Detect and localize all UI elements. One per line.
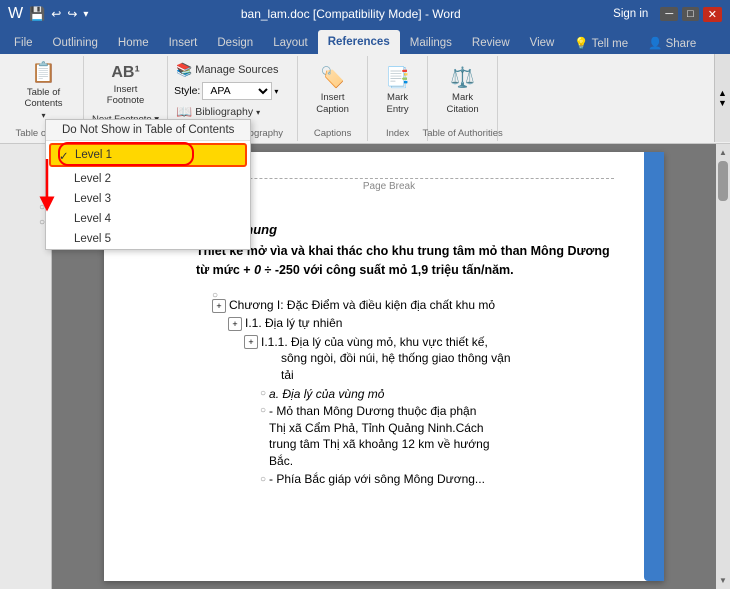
phia-bac-row: ○ - Phía Bắc giáp với sông Mông Dương... xyxy=(260,472,614,486)
chapter1-row: + Chương I: Đặc Điểm và điều kiện địa ch… xyxy=(212,298,614,313)
mark-citation-icon: ⚖️ xyxy=(450,65,475,90)
manage-sources-icon: 📚 xyxy=(176,62,192,78)
ribbon: 📋 Table ofContents ▾ Table of Co... AB¹ … xyxy=(0,54,730,144)
tab-view[interactable]: View xyxy=(520,32,565,54)
table-of-contents-button[interactable]: 📋 Table ofContents ▾ xyxy=(18,58,68,122)
blue-sidebar[interactable] xyxy=(644,152,664,581)
redo-icon[interactable]: ↪ xyxy=(67,7,77,21)
a-section-title: a. Địa lý của vùng mỏ xyxy=(269,387,384,401)
undo-icon[interactable]: ↩ xyxy=(51,7,61,21)
save-icon[interactable]: 💾 xyxy=(29,6,45,22)
tab-design[interactable]: Design xyxy=(207,32,263,54)
document-title: ban_lam.doc [Compatibility Mode] - Word xyxy=(88,7,613,21)
style-dropdown-icon[interactable]: ▾ xyxy=(274,87,278,96)
dropdown-header: Do Not Show in Table of Contents xyxy=(46,120,250,141)
i11-expand[interactable]: + xyxy=(244,335,258,349)
group-index-label: Index xyxy=(386,128,409,139)
tab-share[interactable]: 👤 Share xyxy=(638,32,706,54)
dropdown-level4[interactable]: Level 4 xyxy=(46,209,250,229)
mo-than-row: ○ - Mỏ than Mông Dương thuộc địa phậnThị… xyxy=(260,403,614,470)
scroll-thumb[interactable] xyxy=(718,161,728,201)
i1-title: I.1. Địa lý tự nhiên xyxy=(245,316,342,330)
vertical-scrollbar[interactable]: ▲ ▼ xyxy=(716,144,730,589)
sign-in-button[interactable]: Sign in xyxy=(613,8,648,20)
main-title-row: Thiết kế mở vìa và khai thác cho khu tru… xyxy=(196,242,614,280)
tab-mailings[interactable]: Mailings xyxy=(400,32,462,54)
i1-row: + I.1. Địa lý tự nhiên xyxy=(228,316,614,331)
dropdown-level2[interactable]: Level 2 xyxy=(46,169,250,189)
style-select[interactable]: APA MLA Chicago xyxy=(202,82,272,100)
level1-check: ✓ xyxy=(59,149,69,163)
toc-dropdown-menu: Do Not Show in Table of Contents ✓ Level… xyxy=(45,119,251,250)
mo-than-text: - Mỏ than Mông Dương thuộc địa phậnThị x… xyxy=(269,403,489,470)
minimize-button[interactable]: ─ xyxy=(660,7,678,21)
ribbon-scroll-right[interactable]: ▲▼ xyxy=(714,54,730,142)
tab-tell-me[interactable]: 💡 Tell me xyxy=(564,32,638,54)
bold-title: Thiết kế mở vìa và khai thác cho khu tru… xyxy=(196,244,610,277)
chapter1-expand[interactable]: + xyxy=(212,299,226,313)
scroll-right-icon: ▲▼ xyxy=(718,88,727,108)
dropdown-level1[interactable]: ✓ Level 1 xyxy=(49,143,247,167)
tab-home[interactable]: Home xyxy=(108,32,159,54)
chapter1-title: Chương I: Đặc Điểm và điều kiện địa chất… xyxy=(229,298,495,312)
scroll-up-arrow[interactable]: ▲ xyxy=(717,146,729,159)
group-captions: 🏷️ InsertCaption Captions xyxy=(298,56,368,141)
i11-row: + I.1.1. Địa lý của vùng mỏ, khu vực thi… xyxy=(244,334,614,384)
table-of-contents-icon: 📋 xyxy=(31,60,56,85)
title-bar: W 💾 ↩ ↪ ▾ ban_lam.doc [Compatibility Mod… xyxy=(0,0,730,28)
insert-caption-button[interactable]: 🏷️ InsertCaption xyxy=(305,58,360,122)
tab-layout[interactable]: Layout xyxy=(263,32,318,54)
title-bar-right: Sign in ─ □ ✕ xyxy=(613,7,722,22)
bibliography-icon: 📖 xyxy=(176,104,192,120)
mark-entry-button[interactable]: 📑 MarkEntry xyxy=(373,58,423,122)
tab-review[interactable]: Review xyxy=(462,32,520,54)
style-row: Style: APA MLA Chicago ▾ xyxy=(174,82,293,100)
dropdown-level3[interactable]: Level 3 xyxy=(46,189,250,209)
tab-insert[interactable]: Insert xyxy=(159,32,208,54)
group-index: 📑 MarkEntry Index xyxy=(368,56,428,141)
mark-citation-button[interactable]: ⚖️ MarkCitation xyxy=(435,58,490,122)
footnote-icon: AB¹ xyxy=(111,64,139,82)
empty-bullet: ○ xyxy=(212,286,614,298)
ribbon-tabs: File Outlining Home Insert Design Layout… xyxy=(0,28,730,54)
i11-title: I.1.1. Địa lý của vùng mỏ, khu vực thiết… xyxy=(261,334,511,384)
title-bar-left: W 💾 ↩ ↪ ▾ xyxy=(8,5,88,23)
group-captions-label: Captions xyxy=(314,128,352,139)
dropdown-level5[interactable]: Level 5 xyxy=(46,229,250,249)
caption-icon: 🏷️ xyxy=(320,65,345,90)
close-button[interactable]: ✕ xyxy=(703,7,722,22)
a-section-row: ○ a. Địa lý của vùng mỏ xyxy=(260,387,614,401)
scroll-down-arrow[interactable]: ▼ xyxy=(717,574,729,587)
phia-bac-text: - Phía Bắc giáp với sông Mông Dương... xyxy=(269,472,485,486)
group-table-authorities: ⚖️ MarkCitation Table of Authorities xyxy=(428,56,498,141)
word-icon: W xyxy=(8,5,23,23)
tab-references[interactable]: References xyxy=(318,30,400,54)
manage-sources-button[interactable]: 📚 Manage Sources xyxy=(172,60,293,80)
insert-footnote-button[interactable]: AB¹ InsertFootnote xyxy=(101,60,151,110)
bibliography-dropdown-arrow[interactable]: ▾ xyxy=(256,108,260,117)
restore-button[interactable]: □ xyxy=(682,7,699,21)
mark-entry-icon: 📑 xyxy=(385,65,410,90)
group-authorities-label: Table of Authorities xyxy=(422,128,502,139)
tab-outlining[interactable]: Outlining xyxy=(43,32,108,54)
tab-file[interactable]: File xyxy=(4,32,43,54)
dropdown-menu-content: Do Not Show in Table of Contents ✓ Level… xyxy=(45,119,251,250)
i1-expand[interactable]: + xyxy=(228,317,242,331)
